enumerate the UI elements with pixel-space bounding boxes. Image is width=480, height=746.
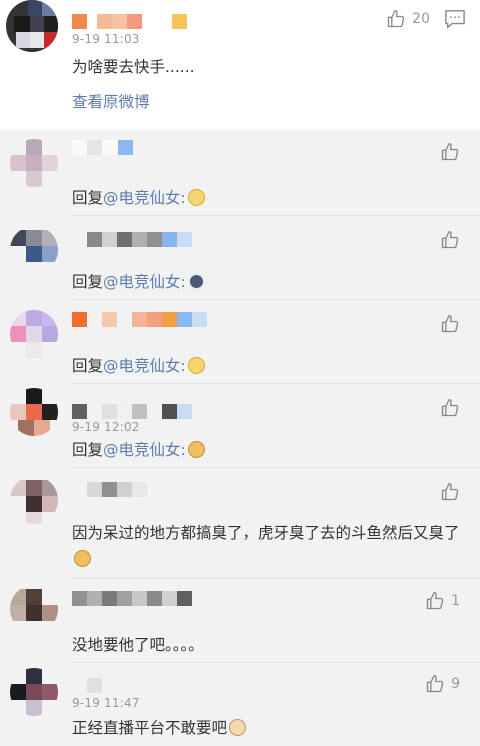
reply-text: 因为呆过的地方都搞臭了，虎牙臭了去的斗鱼然后又臭了 <box>72 520 460 572</box>
timestamp: 9-19 12:02 <box>72 420 140 434</box>
like-count: 9 <box>451 676 460 692</box>
avatar[interactable] <box>10 139 58 187</box>
divider <box>72 215 480 216</box>
mention-link[interactable]: @电竞仙女: <box>103 441 186 459</box>
avatar[interactable] <box>10 310 58 358</box>
reply-prefix: 回复 <box>72 441 104 459</box>
reply-text: 回复@电竞仙女: <box>72 185 462 211</box>
husky-emoji <box>187 273 205 290</box>
divider <box>72 662 480 663</box>
like-button[interactable]: 9 <box>425 674 460 694</box>
reply-list: 回复@电竞仙女: 回复@电竞仙女: 回复@电竞仙女: 9-19 12:02 回复… <box>0 130 480 746</box>
reply-text: 回复@电竞仙女: <box>72 353 462 379</box>
reply-text: 正经直播平台不敢要吧 <box>72 715 462 741</box>
like-button[interactable] <box>440 230 460 250</box>
like-button[interactable] <box>440 398 460 418</box>
main-comment: 9-19 11:03 为啥要去快手...... 查看原微博 20 <box>0 0 480 130</box>
timestamp: 9-19 11:47 <box>72 696 140 710</box>
like-count: 20 <box>412 11 430 27</box>
divider <box>72 578 480 579</box>
like-button[interactable]: 1 <box>425 591 460 611</box>
thumbs-up-icon <box>441 315 459 333</box>
reply-body: 正经直播平台不敢要吧 <box>72 719 228 737</box>
like-button[interactable] <box>440 482 460 502</box>
username-blurred[interactable] <box>72 14 187 30</box>
divider <box>72 299 480 300</box>
reply-prefix: 回复 <box>72 189 104 207</box>
thumbs-up-icon <box>441 399 459 417</box>
reply-text: 回复@电竞仙女: <box>72 269 462 295</box>
like-button[interactable] <box>440 142 460 162</box>
reply-text: 没地要他了吧。。。。 <box>72 632 462 658</box>
reply-text: 回复@电竞仙女: <box>72 437 462 463</box>
comment-icon[interactable] <box>444 9 466 29</box>
smile-emoji <box>187 189 205 206</box>
dog-emoji <box>74 550 91 567</box>
thumbs-up-icon <box>441 143 459 161</box>
thumbs-up-icon <box>388 10 405 28</box>
username-blurred[interactable] <box>72 678 102 694</box>
username-blurred[interactable] <box>72 482 147 498</box>
like-count: 1 <box>451 593 460 609</box>
avatar[interactable] <box>10 388 58 436</box>
dog-emoji <box>187 441 205 458</box>
mention-link[interactable]: @电竞仙女: <box>103 189 186 207</box>
reply-prefix: 回复 <box>72 273 104 291</box>
reply-prefix: 回复 <box>72 357 104 375</box>
avatar[interactable] <box>10 585 58 633</box>
view-original-weibo-link[interactable]: 查看原微博 <box>72 91 150 113</box>
avatar[interactable] <box>6 0 58 52</box>
avatar[interactable] <box>10 668 58 716</box>
timestamp: 9-19 11:03 <box>72 32 140 46</box>
thumbs-up-icon <box>441 483 459 501</box>
divider <box>72 467 480 468</box>
divider <box>72 383 480 384</box>
mention-link[interactable]: @电竞仙女: <box>103 273 186 291</box>
thumbs-up-icon <box>426 675 444 693</box>
avatar[interactable] <box>10 226 58 274</box>
reply-body: 因为呆过的地方都搞臭了，虎牙臭了去的斗鱼然后又臭了 <box>72 524 460 542</box>
mention-link[interactable]: @电竞仙女: <box>103 357 186 375</box>
username-blurred[interactable] <box>72 232 192 248</box>
grin-emoji <box>187 357 205 374</box>
avatar[interactable] <box>10 476 58 524</box>
username-blurred[interactable] <box>72 404 192 420</box>
comment-text: 为啥要去快手...... <box>72 58 195 76</box>
like-button[interactable]: 20 <box>386 9 430 29</box>
username-blurred[interactable] <box>72 140 133 156</box>
cat-emoji <box>229 719 247 736</box>
thumbs-up-icon <box>441 231 459 249</box>
thumbs-up-icon <box>426 592 444 610</box>
username-blurred[interactable] <box>72 591 192 607</box>
like-button[interactable] <box>440 314 460 334</box>
reply-body: 没地要他了吧。。。。 <box>72 636 204 654</box>
username-blurred[interactable] <box>72 312 207 328</box>
